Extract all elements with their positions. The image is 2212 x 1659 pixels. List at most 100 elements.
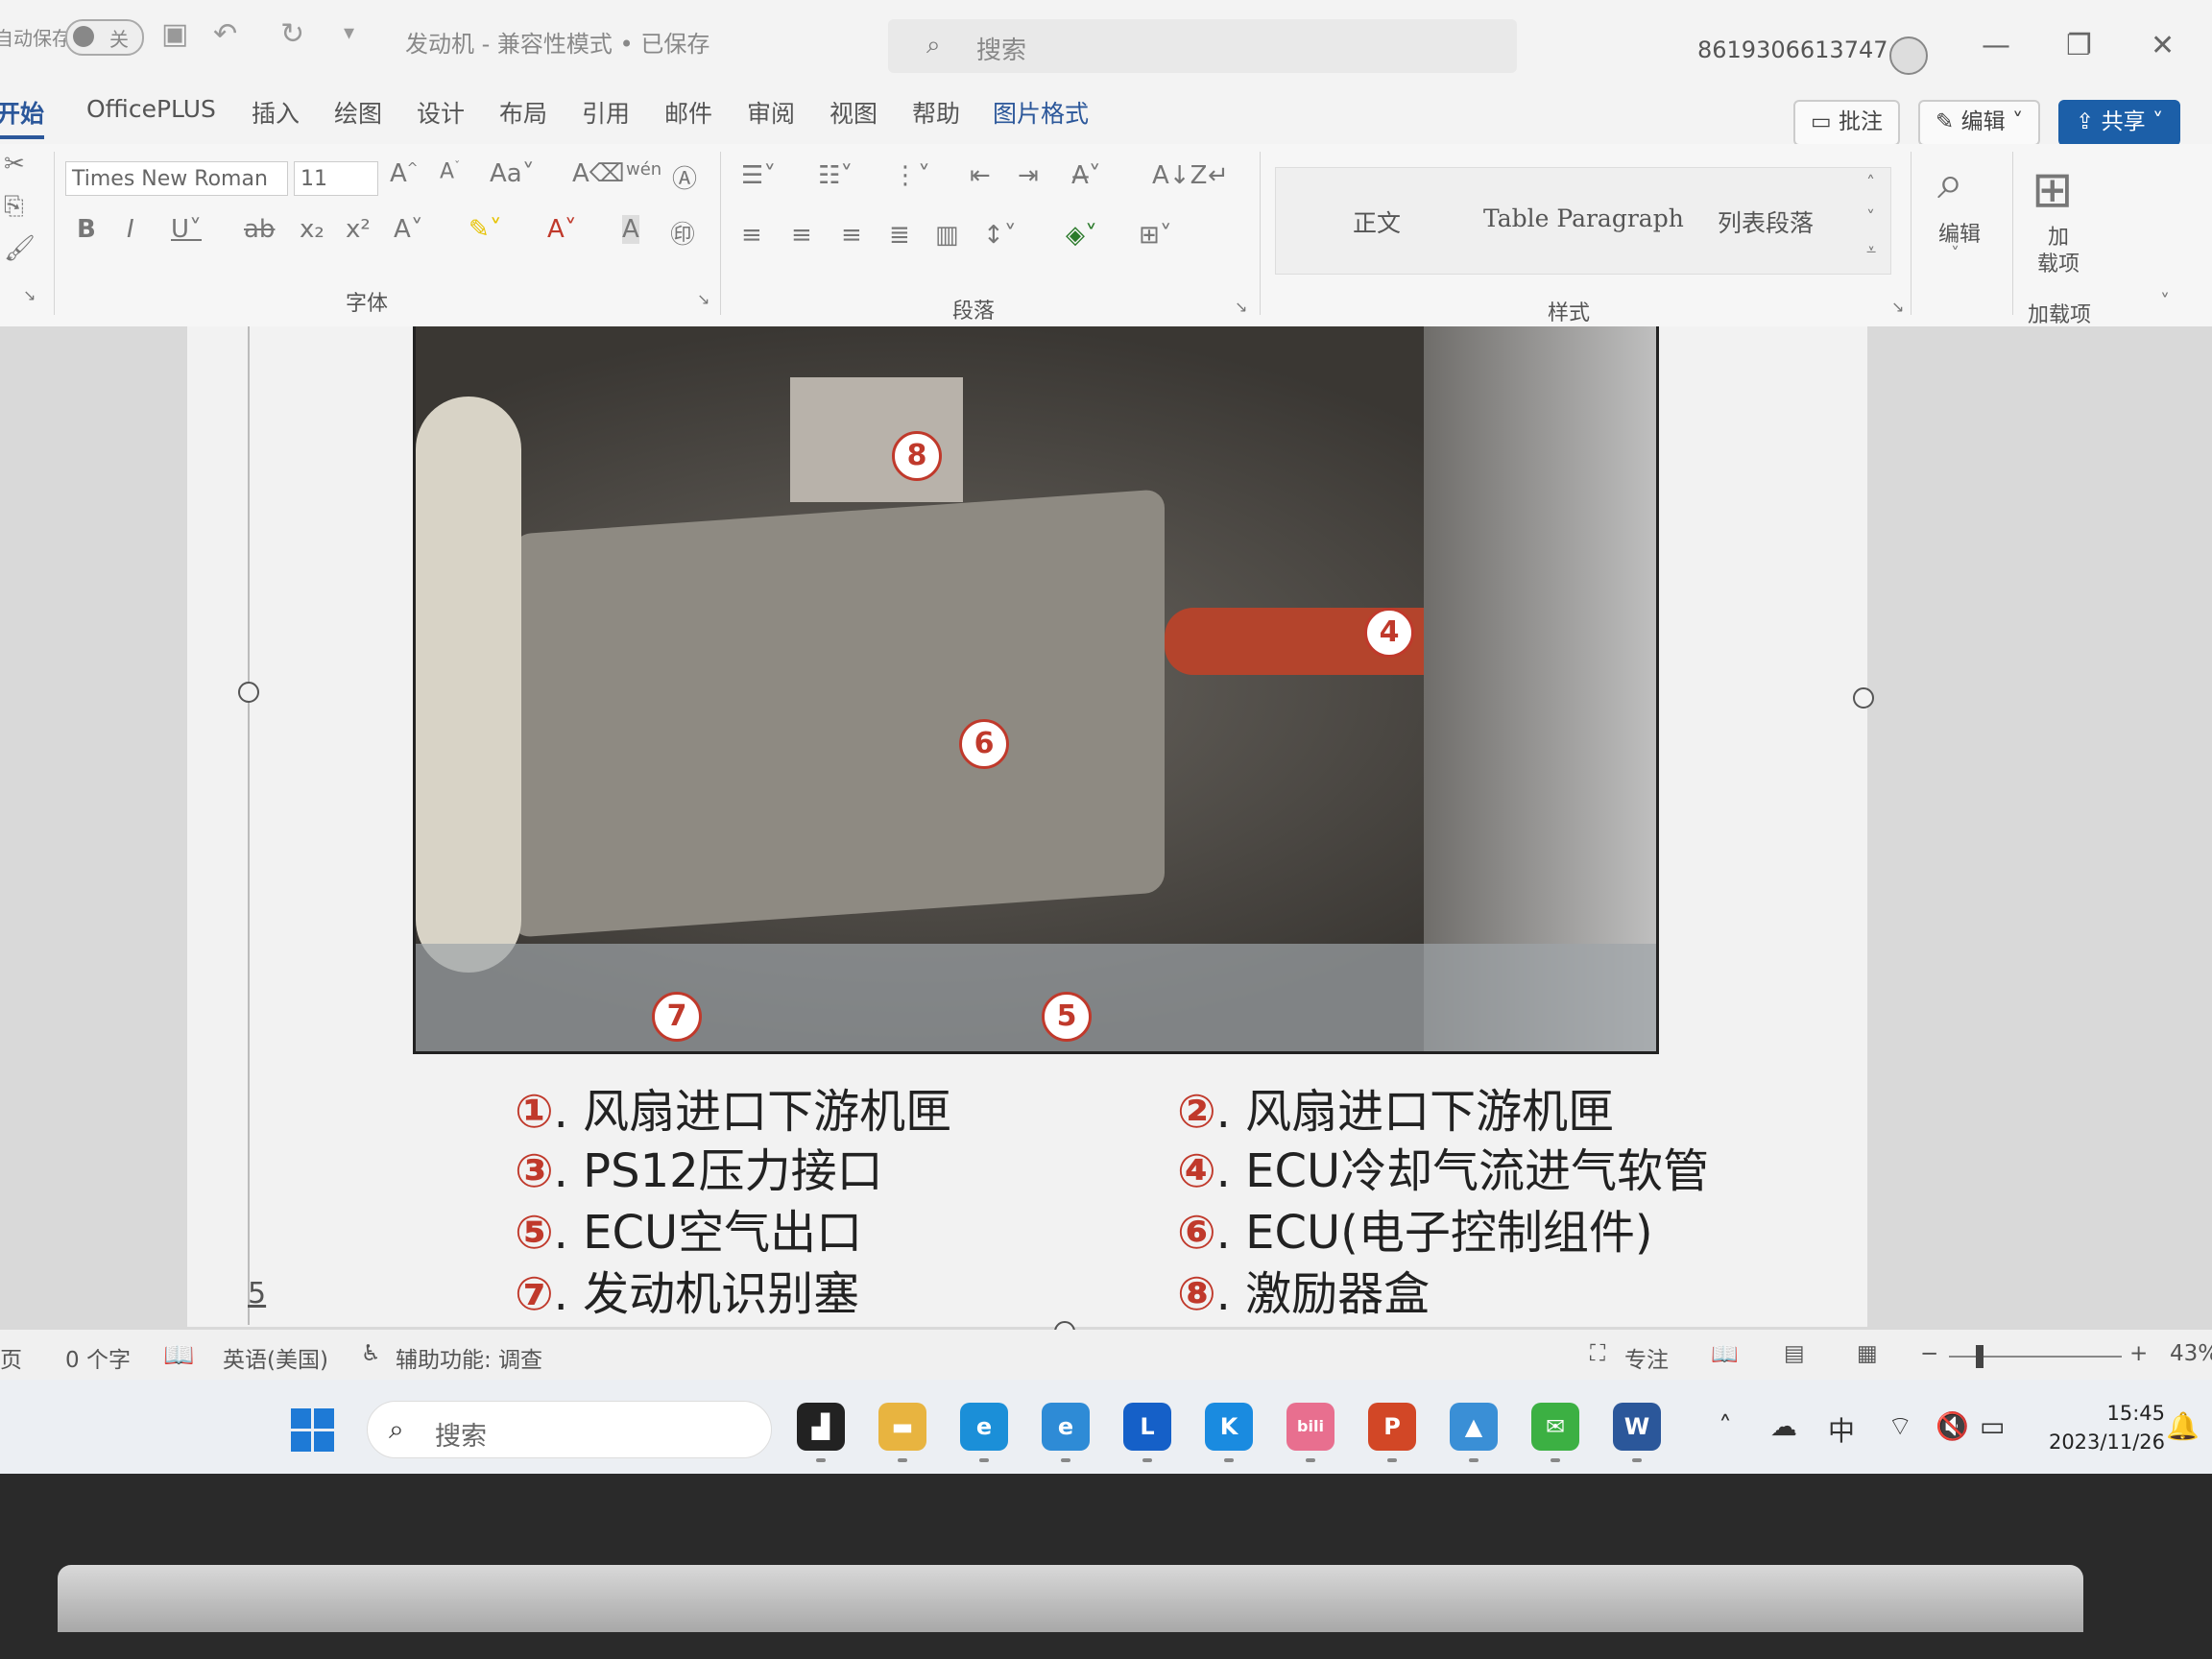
align-right-icon[interactable]: ≡ (841, 221, 862, 250)
distributed-icon[interactable]: ▥ (935, 221, 959, 250)
accessibility-status[interactable]: 辅助功能: 调查 (396, 1341, 542, 1374)
superscript-icon[interactable]: x² (346, 215, 371, 244)
tab-references[interactable]: 引用 (582, 95, 630, 130)
engine-photo[interactable]: 8 4 6 7 5 (413, 326, 1659, 1054)
edge-browser-icon[interactable]: e (960, 1403, 1008, 1451)
subscript-icon[interactable]: x₂ (300, 215, 325, 244)
task-view-icon[interactable]: ▟ (797, 1403, 845, 1451)
justify-icon[interactable]: ≣ (889, 221, 910, 250)
tab-layout[interactable]: 布局 (499, 95, 547, 130)
start-button[interactable] (291, 1408, 335, 1453)
phonetic-guide-icon[interactable]: wén (626, 159, 661, 180)
shrink-font-icon[interactable]: Aˇ (440, 159, 460, 183)
change-case-icon[interactable]: Aa˅ (490, 159, 535, 188)
language[interactable]: 英语(美国) (223, 1341, 328, 1374)
document-title[interactable]: 发动机 - 兼容性模式 • 已保存 (405, 25, 709, 59)
zoom-slider-thumb[interactable] (1976, 1345, 1984, 1368)
share-button[interactable]: ⇪ 共享 ˅ (2058, 100, 2181, 146)
volume-muted-icon[interactable]: 🔇 (1936, 1410, 1969, 1442)
avatar[interactable] (1889, 36, 1928, 75)
resize-handle-right[interactable] (1853, 687, 1874, 709)
page-indicator[interactable]: 页 (0, 1341, 22, 1374)
word-icon[interactable]: W (1613, 1403, 1661, 1451)
copy-icon[interactable]: ⎘ (4, 192, 24, 222)
font-launcher-icon[interactable]: ↘ (697, 290, 709, 308)
grow-font-icon[interactable]: A^ (390, 159, 419, 188)
tab-officeplus[interactable]: OfficePLUS (86, 95, 216, 123)
show-marks-icon[interactable]: ↵ (1208, 161, 1229, 190)
powerpoint-icon[interactable]: P (1368, 1403, 1416, 1451)
restore-icon[interactable]: ❐ (2066, 29, 2092, 62)
tab-draw[interactable]: 绘图 (334, 95, 382, 130)
focus-icon[interactable]: ⛶ (1590, 1341, 1605, 1366)
save-icon[interactable]: ▣ (161, 17, 188, 51)
bold-icon[interactable]: B (77, 215, 96, 244)
resize-handle-left[interactable] (238, 682, 259, 703)
find-button-label[interactable]: 编辑 (1936, 217, 1984, 248)
sort-icon[interactable]: A↓Z (1152, 161, 1207, 190)
increase-indent-icon[interactable]: ⇥ (1018, 161, 1039, 190)
onedrive-icon[interactable]: ☁ (1770, 1410, 1797, 1442)
wifi-icon[interactable]: ⌔ (1887, 1410, 1912, 1444)
comment-button[interactable]: ▭ 批注 (1793, 100, 1901, 146)
format-painter-icon[interactable]: 🖌 (4, 234, 36, 263)
ie-browser-icon[interactable]: e (1042, 1403, 1090, 1451)
tab-design[interactable]: 设计 (417, 95, 465, 130)
enclose-characters-icon[interactable]: ㊞ (670, 215, 695, 251)
bilibili-icon[interactable]: bili (1286, 1403, 1334, 1451)
shading-icon[interactable]: ◈˅ (1066, 221, 1097, 250)
collapse-ribbon-icon[interactable]: ˅ (2160, 290, 2170, 313)
search-box[interactable]: ⌕ 搜索 (888, 19, 1517, 73)
taskbar-search[interactable]: ⌕ 搜索 (367, 1401, 772, 1458)
underline-icon[interactable]: U˅ (171, 215, 202, 244)
tab-home[interactable]: 开始 (0, 95, 45, 139)
edit-mode-button[interactable]: ✎ 编辑 ˅ (1918, 100, 2041, 146)
proofing-icon[interactable]: 📖 (163, 1341, 194, 1370)
tab-insert[interactable]: 插入 (252, 95, 300, 130)
focus-label[interactable]: 专注 (1624, 1341, 1669, 1374)
account-name[interactable]: 8619306613747 (1697, 36, 1888, 63)
notification-bell-icon[interactable]: 🔔 (2166, 1410, 2200, 1442)
battery-icon[interactable]: ▭ (1980, 1410, 2005, 1442)
font-size-dropdown[interactable]: 11 (294, 161, 378, 196)
font-color-icon[interactable]: A˅ (547, 215, 577, 244)
print-layout-icon[interactable]: ▤ (1784, 1341, 1805, 1366)
align-left-icon[interactable]: ≡ (741, 221, 762, 250)
input-language[interactable]: 中 (1828, 1410, 1855, 1449)
multilevel-list-icon[interactable]: ⋮˅ (893, 161, 930, 190)
web-layout-icon[interactable]: ▦ (1857, 1341, 1878, 1366)
style-table-paragraph[interactable]: Table Paragraph (1483, 204, 1684, 232)
show-hidden-icons-icon[interactable]: ˄ (1719, 1410, 1732, 1442)
find-icon[interactable]: ⌕ (1937, 156, 1963, 210)
numbering-icon[interactable]: ☷˅ (818, 161, 853, 190)
character-shading-icon[interactable]: A (622, 215, 639, 244)
minimize-icon[interactable]: — (1982, 29, 2010, 62)
asian-layout-icon[interactable]: A̶˅ (1071, 161, 1101, 190)
wechat-icon[interactable]: ✉ (1531, 1403, 1579, 1451)
cut-icon[interactable]: ✂ (4, 150, 25, 179)
undo-icon[interactable]: ↶ (213, 17, 237, 51)
file-explorer-icon[interactable]: ▬ (878, 1403, 926, 1451)
tab-review[interactable]: 审阅 (747, 95, 795, 130)
redo-icon[interactable]: ↻ (280, 17, 304, 51)
styles-scroll-down-icon[interactable]: ˅ (1866, 207, 1875, 228)
italic-icon[interactable]: I (127, 215, 134, 244)
kugou-music-icon[interactable]: K (1205, 1403, 1253, 1451)
strikethrough-icon[interactable]: ab (244, 215, 275, 244)
style-list-paragraph[interactable]: 列表段落 (1718, 204, 1814, 239)
character-border-icon[interactable]: Ⓐ (672, 159, 697, 195)
tab-mailings[interactable]: 邮件 (664, 95, 712, 130)
read-mode-icon[interactable]: 📖 (1711, 1341, 1739, 1367)
close-icon[interactable]: ✕ (2151, 29, 2175, 62)
decrease-indent-icon[interactable]: ⇤ (970, 161, 991, 190)
line-spacing-icon[interactable]: ↕˅ (983, 221, 1017, 250)
tab-view[interactable]: 视图 (830, 95, 878, 130)
style-normal[interactable]: 正文 (1353, 204, 1401, 239)
zoom-in-icon[interactable]: + (2129, 1341, 2148, 1366)
tab-picture-format[interactable]: 图片格式 (993, 95, 1089, 130)
accessibility-icon[interactable]: ♿ (361, 1341, 381, 1366)
text-effects-icon[interactable]: A˅ (394, 215, 423, 244)
tab-help[interactable]: 帮助 (912, 95, 960, 130)
styles-more-icon[interactable]: ⩡ (1866, 240, 1876, 260)
bullets-icon[interactable]: ☰˅ (741, 161, 776, 190)
